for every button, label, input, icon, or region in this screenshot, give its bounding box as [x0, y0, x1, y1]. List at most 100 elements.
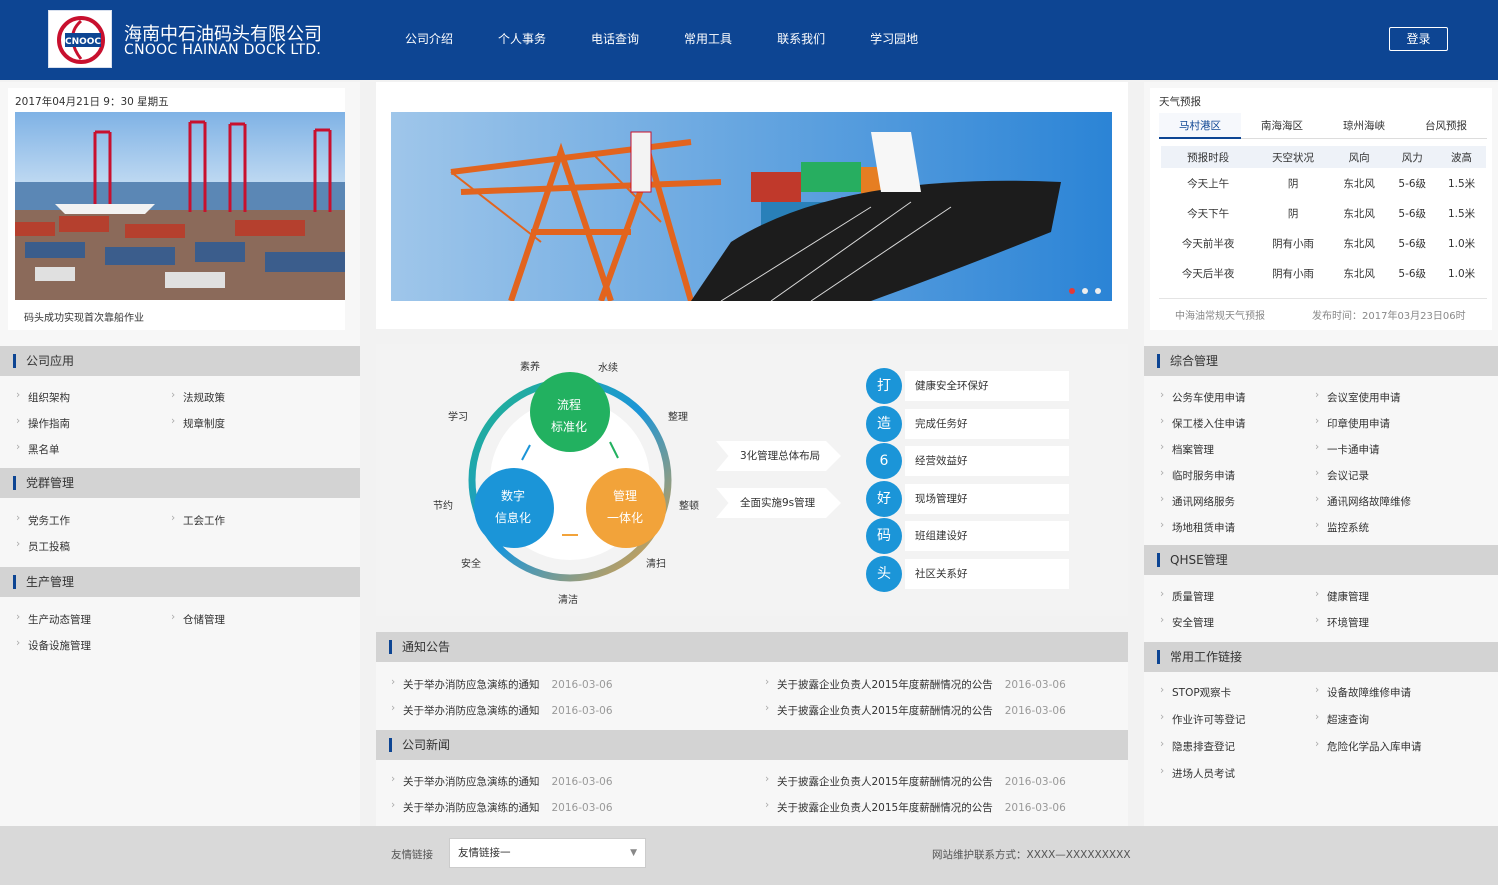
cell: 5-6级 — [1398, 267, 1427, 280]
news-item[interactable]: 关于举办消防应急演练的通知2016-03-06 — [391, 799, 613, 815]
table-header-row: 预报时段 天空状况 风向 风力 波高 — [1161, 146, 1486, 168]
management-cycle-diagram — [468, 372, 672, 582]
tab-south-sea[interactable]: 南海海区 — [1241, 113, 1323, 139]
list-item[interactable]: 质量管理 — [1160, 588, 1315, 604]
news-item[interactable]: 关于举办消防应急演练的通知2016-03-06 — [391, 773, 613, 789]
notices-title: 通知公告 — [376, 632, 1128, 662]
list-item[interactable]: 保工楼入住申请 — [1160, 415, 1315, 431]
node-process: 流程 标准化 — [550, 398, 587, 434]
work-links-list: STOP观察卡 设备故障维修申请 作业许可等登记 超速查询 隐患排查登记 危险化… — [1160, 684, 1470, 781]
news-item[interactable]: 关于披露企业负责人2015年度薪酬情况的公告2016-03-06 — [765, 773, 1066, 789]
list-item[interactable]: 操作指南 — [16, 415, 171, 431]
company-logo[interactable]: CNOOC — [48, 10, 112, 68]
list-item[interactable]: 员工投稿 — [16, 538, 171, 554]
cell: 1.0米 — [1447, 267, 1476, 280]
list-item[interactable]: 场地租赁申请 — [1160, 519, 1315, 535]
login-button[interactable]: 登录 — [1389, 27, 1448, 51]
service-badge: 造 — [866, 406, 902, 442]
service-text[interactable]: 班组建设好 — [905, 521, 1069, 551]
notice-item[interactable]: 关于披露企业负责人2015年度薪酬情况的公告2016-03-06 — [765, 676, 1066, 692]
current-datetime: 2017年04月21日 9：30 星期五 — [15, 96, 169, 108]
tab-macun[interactable]: 马村港区 — [1159, 113, 1241, 139]
list-item[interactable]: 档案管理 — [1160, 441, 1315, 457]
footer: 友情链接 友情链接一 ▼ 网站维护联系方式：XXXX—XXXXXXXXX — [0, 826, 1498, 885]
nav-item[interactable]: 公司介绍 — [405, 30, 453, 47]
list-item[interactable]: 超速查询 — [1315, 711, 1470, 727]
notice-item[interactable]: 关于披露企业负责人2015年度薪酬情况的公告2016-03-06 — [765, 702, 1066, 718]
section-title: 生产管理 — [0, 567, 360, 597]
cell: 5-6级 — [1398, 177, 1427, 190]
nav-item[interactable]: 电话查询 — [591, 30, 639, 47]
ring-label: 整顿 — [679, 501, 699, 512]
list-item[interactable]: 进场人员考试 — [1160, 765, 1315, 781]
list-item[interactable]: 健康管理 — [1315, 588, 1470, 604]
list-item[interactable]: 临时服务申请 — [1160, 467, 1315, 483]
port-photo[interactable] — [15, 112, 345, 300]
service-text[interactable]: 社区关系好 — [905, 559, 1069, 589]
banner-image[interactable] — [391, 112, 1112, 301]
list-item[interactable]: 环境管理 — [1315, 614, 1470, 630]
list-item[interactable]: 隐患排查登记 — [1160, 738, 1315, 754]
header: CNOOC 海南中石油码头有限公司 CNOOC HAINAN DOCK LTD.… — [0, 0, 1498, 80]
tab-qiongzhou[interactable]: 琼州海峡 — [1323, 113, 1405, 139]
company-apps-list: 组织架构 法规政策 操作指南 规章制度 黑名单 — [16, 389, 326, 457]
list-item[interactable]: 组织架构 — [16, 389, 171, 405]
list-item[interactable]: 法规政策 — [171, 389, 326, 405]
node-management: 管理 一体化 — [606, 489, 643, 525]
list-item[interactable]: 监控系统 — [1315, 519, 1470, 535]
list-item[interactable]: 作业许可等登记 — [1160, 711, 1315, 727]
list-item[interactable]: 黑名单 — [16, 441, 171, 457]
table-row: 今天后半夜 阴有小雨 东北风 5-6级 1.0米 — [1161, 258, 1486, 288]
list-item[interactable]: 规章制度 — [171, 415, 326, 431]
friend-links-label: 友情链接 — [391, 849, 433, 861]
news-left-list: 关于举办消防应急演练的通知2016-03-06 关于举办消防应急演练的通知201… — [391, 773, 613, 815]
cell: 1.0米 — [1447, 237, 1476, 250]
weather-source: 中海油常规天气预报 — [1175, 311, 1265, 322]
service-text[interactable]: 现场管理好 — [905, 484, 1069, 514]
column-header: 波高 — [1437, 146, 1486, 168]
list-item[interactable]: 安全管理 — [1160, 614, 1315, 630]
nav-item[interactable]: 学习园地 — [870, 30, 918, 47]
list-item[interactable]: 生产动态管理 — [16, 611, 171, 627]
nav-item[interactable]: 常用工具 — [684, 30, 732, 47]
list-item[interactable]: 一卡通申请 — [1315, 441, 1470, 457]
list-item[interactable]: 公务车使用申请 — [1160, 389, 1315, 405]
list-item[interactable]: 通讯网络故障维修 — [1315, 493, 1470, 509]
list-item[interactable]: 工会工作 — [171, 512, 326, 528]
notice-item[interactable]: 关于举办消防应急演练的通知2016-03-06 — [391, 676, 613, 692]
service-text[interactable]: 完成任务好 — [905, 409, 1069, 439]
company-name-en: CNOOC HAINAN DOCK LTD. — [124, 42, 322, 58]
qhse-list: 质量管理 健康管理 安全管理 环境管理 — [1160, 588, 1470, 630]
ring-label: 节约 — [433, 501, 453, 512]
list-item[interactable]: 仓储管理 — [171, 611, 326, 627]
notice-item[interactable]: 关于举办消防应急演练的通知2016-03-06 — [391, 702, 613, 718]
list-item[interactable]: 印章使用申请 — [1315, 415, 1470, 431]
service-text[interactable]: 健康安全环保好 — [905, 371, 1069, 401]
section-title: 常用工作链接 — [1144, 642, 1498, 672]
weather-divider — [1159, 298, 1487, 299]
nav-item[interactable]: 个人事务 — [498, 30, 546, 47]
table-row: 今天前半夜 阴有小雨 东北风 5-6级 1.0米 — [1161, 228, 1486, 258]
list-item[interactable]: 通讯网络服务 — [1160, 493, 1315, 509]
news-item[interactable]: 关于披露企业负责人2015年度薪酬情况的公告2016-03-06 — [765, 799, 1066, 815]
list-item[interactable]: 设备设施管理 — [16, 637, 171, 653]
column-header: 预报时段 — [1161, 146, 1256, 168]
cell: 5-6级 — [1398, 207, 1427, 220]
cell: 阴 — [1287, 207, 1299, 220]
chevron-down-icon: ▼ — [630, 848, 637, 858]
weather-published: 发布时间：2017年03月23日06时 — [1312, 311, 1466, 322]
layout-arrow-label: 3化管理总体布局 — [716, 441, 841, 471]
list-item[interactable]: 党务工作 — [16, 512, 171, 528]
tab-typhoon[interactable]: 台风预报 — [1405, 113, 1487, 139]
service-text[interactable]: 经营效益好 — [905, 446, 1069, 476]
section-title: 党群管理 — [0, 468, 360, 498]
list-item[interactable]: STOP观察卡 — [1160, 684, 1315, 700]
list-item[interactable]: 设备故障维修申请 — [1315, 684, 1470, 700]
nav-item[interactable]: 联系我们 — [777, 30, 825, 47]
list-item[interactable]: 会议室使用申请 — [1315, 389, 1470, 405]
table-row: 今天上午 阴 东北风 5-6级 1.5米 — [1161, 168, 1486, 198]
ring-label: 学习 — [448, 412, 468, 423]
list-item[interactable]: 会议记录 — [1315, 467, 1470, 483]
friend-links-select[interactable]: 友情链接一 ▼ — [449, 838, 646, 868]
list-item[interactable]: 危险化学品入库申请 — [1315, 738, 1470, 754]
